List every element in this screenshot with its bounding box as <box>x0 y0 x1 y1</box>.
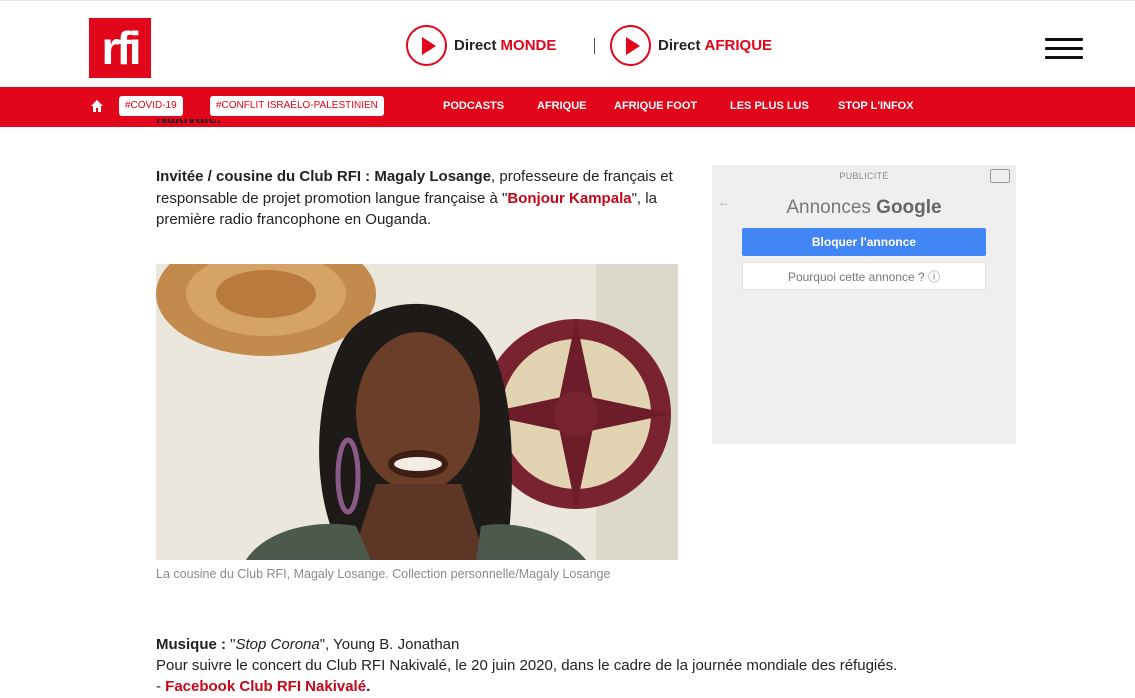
ad-content: ← Annonces Google Bloquer l'annonce Pour… <box>712 187 1016 444</box>
direct-afrique-prefix: Direct <box>658 37 701 54</box>
direct-afrique-name: AFRIQUE <box>704 37 773 54</box>
ad-label: PUBLICITÉ <box>839 171 889 181</box>
rfi-logo[interactable]: rfi <box>89 18 151 78</box>
nav-link-afrique-foot[interactable]: AFRIQUE FOOT <box>614 100 697 112</box>
block-ad-button[interactable]: Bloquer l'annonce <box>742 228 986 256</box>
guest-paragraph: Invitée / cousine du Club RFI : Magaly L… <box>156 166 676 231</box>
nav-link-les-plus-lus[interactable]: LES PLUS LUS <box>730 100 809 112</box>
article-photo <box>156 264 678 560</box>
music-label: Musique : <box>156 636 226 653</box>
cut-off-heading: Nakivalé. <box>156 119 296 133</box>
nav-link-podcasts[interactable]: PODCASTS <box>443 100 504 112</box>
music-section: Musique : "Stop Corona", Young B. Jonath… <box>156 634 1056 697</box>
music-title: Stop Corona <box>235 636 320 653</box>
music-artist: ", Young B. Jonathan <box>319 636 460 653</box>
menu-hamburger-icon[interactable] <box>1045 38 1083 60</box>
why-this-ad-button[interactable]: Pourquoi cette annonce ? ⓘ <box>742 262 986 290</box>
guest-label: Invitée / cousine du Club RFI : Magaly L… <box>156 168 492 185</box>
music-line: Musique : "Stop Corona", Young B. Jonath… <box>156 636 460 653</box>
ad-brand: Annonces Google <box>786 197 942 218</box>
direct-monde-name: MONDE <box>500 37 557 54</box>
live-separator <box>594 38 595 54</box>
facebook-club-link[interactable]: Facebook Club RFI Nakivalé <box>165 678 366 695</box>
photo-caption: La cousine du Club RFI, Magaly Losange. … <box>156 567 611 581</box>
nav-tag-conflit[interactable]: #CONFLIT ISRAÉLO-PALESTINIEN <box>210 96 384 116</box>
facebook-line: - Facebook Club RFI Nakivalé. <box>156 678 371 695</box>
bonjour-kampala-link[interactable]: Bonjour Kampala <box>507 190 631 207</box>
direct-afrique-button[interactable]: Direct AFRIQUE <box>610 25 772 66</box>
play-icon <box>610 25 651 66</box>
site-header: rfi Direct MONDE Direct AFRIQUE <box>0 0 1135 87</box>
nav-link-stop-infox[interactable]: STOP L'INFOX <box>838 100 914 112</box>
adchoices-icon[interactable] <box>990 169 1010 183</box>
direct-monde-button[interactable]: Direct MONDE <box>406 25 556 66</box>
play-icon <box>406 25 447 66</box>
nav-tag-covid[interactable]: #COVID-19 <box>119 96 183 116</box>
home-icon[interactable] <box>91 100 103 112</box>
concert-line: Pour suivre le concert du Club RFI Nakiv… <box>156 657 898 674</box>
ad-panel: PUBLICITÉ ← Annonces Google Bloquer l'an… <box>712 165 1016 444</box>
direct-monde-prefix: Direct <box>454 37 497 54</box>
nav-link-afrique[interactable]: AFRIQUE <box>537 100 587 112</box>
google-wordmark: Google <box>876 197 942 218</box>
